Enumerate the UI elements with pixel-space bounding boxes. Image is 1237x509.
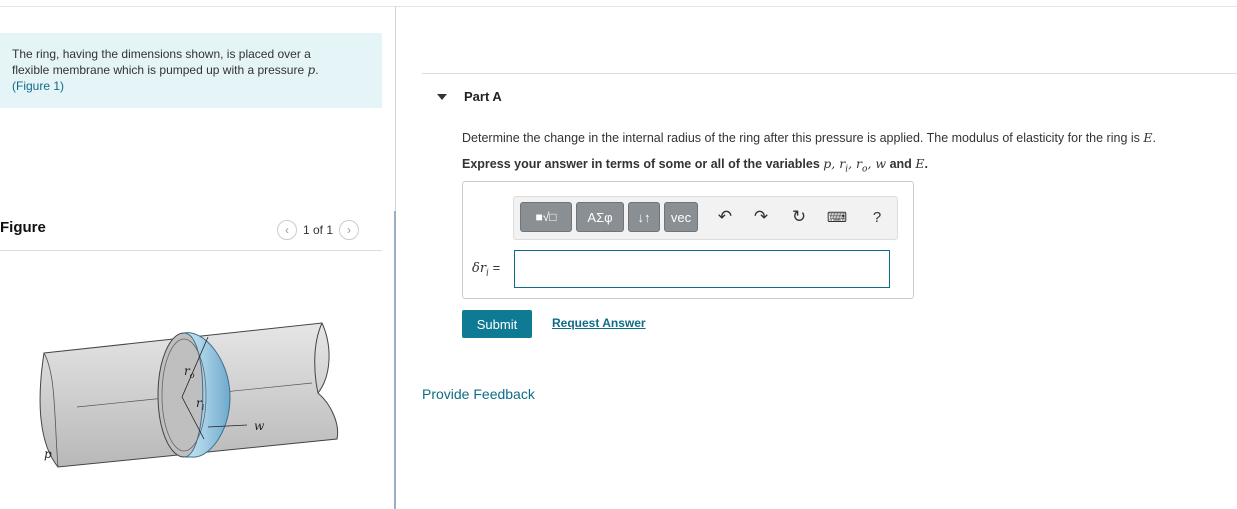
ring-membrane-figure: ro ri w p [39, 322, 339, 468]
arrows-button[interactable]: ↓↑ [628, 202, 660, 232]
label-w: w [254, 419, 265, 433]
help-button[interactable]: ? [864, 204, 890, 230]
collapse-triangle-icon[interactable] [437, 93, 447, 100]
instruct-and: and [889, 157, 912, 171]
figure-link[interactable]: (Figure 1) [12, 79, 64, 93]
figure-separator [0, 250, 382, 251]
instruct-vars: p, r [823, 156, 846, 171]
greek-button[interactable]: ΑΣφ [576, 202, 624, 232]
instruct-mid: , r [848, 156, 863, 171]
templates-button[interactable]: ■√□ [520, 202, 572, 232]
chevron-right-icon: › [347, 223, 352, 237]
part-label: Part A [464, 89, 502, 104]
undo-icon[interactable]: ↶ [712, 204, 738, 230]
request-answer-link[interactable]: Request Answer [552, 316, 646, 330]
instruct-prefix: Express your answer in terms of some or … [462, 157, 820, 171]
lhs-delta: δr [472, 261, 487, 276]
answer-input[interactable] [514, 250, 890, 288]
problem-period: . [315, 63, 319, 77]
figure-pager-count: 1 of 1 [303, 223, 334, 237]
vec-button[interactable]: vec [664, 202, 698, 232]
part-header[interactable]: Part A [437, 89, 502, 104]
reset-icon[interactable]: ↻ [786, 204, 812, 230]
figure-title: Figure [0, 219, 46, 236]
top-divider [0, 6, 1237, 7]
instructions: Express your answer in terms of some or … [462, 156, 928, 175]
question-var-E: E [1143, 130, 1153, 145]
redo-icon[interactable]: ↷ [748, 204, 774, 230]
question-text: Determine the change in the internal rad… [462, 130, 1156, 145]
answer-lhs: δri = [472, 260, 500, 279]
panel-scroll-indicator[interactable] [394, 211, 396, 509]
instruct-end: . [924, 157, 928, 171]
chevron-left-icon: ‹ [285, 223, 289, 237]
math-toolbar: ■√□ ΑΣφ ↓↑ vec ↶ ↷ ↻ ⌨ ? [513, 196, 898, 240]
problem-text-line2: flexible membrane which is pumped up wit… [12, 63, 305, 77]
problem-text-line1: The ring, having the dimensions shown, i… [12, 47, 311, 61]
next-figure-button[interactable]: › [339, 220, 360, 240]
question-body: Determine the change in the internal rad… [462, 131, 1140, 145]
keyboard-icon[interactable]: ⌨ [824, 204, 850, 230]
question-end: . [1152, 131, 1156, 145]
figure-pager: ‹ 1 of 1 › [277, 220, 360, 240]
problem-statement: The ring, having the dimensions shown, i… [0, 33, 382, 108]
label-p: p [44, 447, 52, 461]
lhs-sub: i [486, 268, 489, 279]
prev-figure-button[interactable]: ‹ [277, 220, 297, 240]
submit-button[interactable]: Submit [462, 310, 532, 338]
lhs-equals: = [492, 260, 501, 275]
instruct-var-w: , w [867, 156, 887, 171]
provide-feedback-link[interactable]: Provide Feedback [422, 386, 535, 402]
part-divider [422, 73, 1237, 74]
